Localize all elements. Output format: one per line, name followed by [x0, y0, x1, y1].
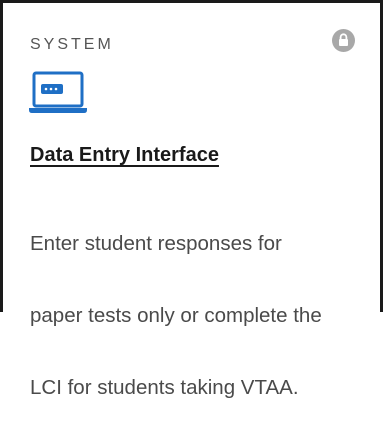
card-description: Enter student responses for paper tests …	[30, 190, 375, 442]
description-line: LCI for students taking VTAA.	[30, 376, 299, 399]
data-entry-interface-link[interactable]: Data Entry Interface	[30, 144, 219, 167]
system-card: SYSTEM Data Entry Interface Enter studen…	[0, 0, 383, 399]
card-category: SYSTEM	[30, 36, 114, 53]
description-line: paper tests only or complete the	[30, 304, 322, 327]
laptop-icon	[28, 71, 88, 122]
lock-icon	[332, 29, 355, 52]
description-line: Enter student responses for	[30, 232, 282, 255]
